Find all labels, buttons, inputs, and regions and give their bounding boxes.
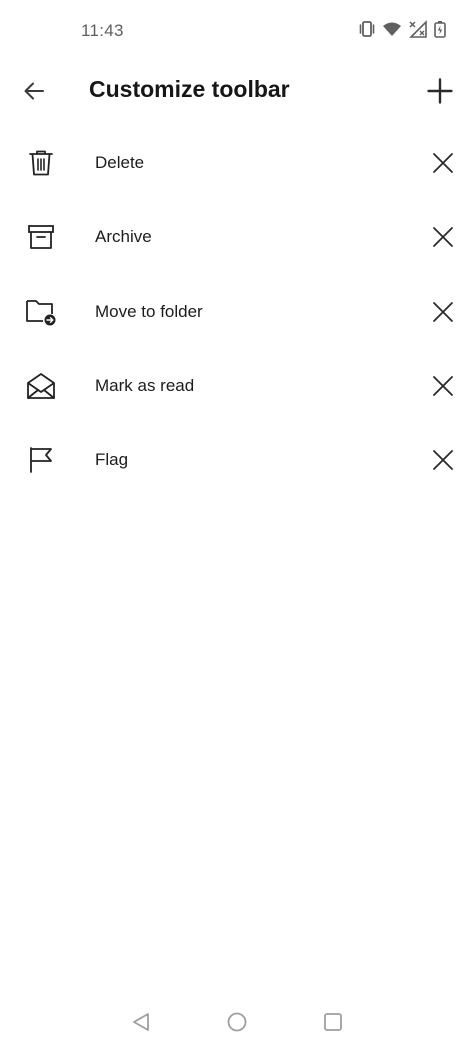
list-item-flag: Flag <box>0 423 474 497</box>
nav-home-button[interactable] <box>217 1004 257 1040</box>
nav-home-icon <box>227 1012 247 1032</box>
flag-icon <box>24 443 58 477</box>
item-label: Archive <box>95 227 152 247</box>
vibrate-icon <box>358 20 376 38</box>
no-signal-icon <box>408 20 428 38</box>
list-item-mark-as-read: Mark as read <box>0 349 474 423</box>
list-item-archive: Archive <box>0 200 474 274</box>
remove-delete-button[interactable] <box>426 146 460 180</box>
nav-back-button[interactable] <box>121 1004 161 1040</box>
remove-flag-button[interactable] <box>426 443 460 477</box>
arrow-left-icon <box>24 82 44 100</box>
close-icon <box>433 153 453 173</box>
trash-icon <box>24 146 58 180</box>
add-action-button[interactable] <box>420 71 460 111</box>
item-label: Delete <box>95 153 145 172</box>
close-icon <box>433 301 453 322</box>
system-nav-bar <box>0 993 474 1053</box>
move-to-folder-icon <box>24 295 58 329</box>
close-icon <box>433 375 453 396</box>
list-item-move-to-folder: Move to folder <box>0 275 474 349</box>
mail-open-icon <box>24 369 58 403</box>
page-title: Customize toolbar <box>89 76 290 102</box>
plus-icon <box>427 78 453 104</box>
remove-mark-as-read-button[interactable] <box>426 369 460 403</box>
item-label: Mark as read <box>95 375 195 395</box>
nav-recents-button[interactable] <box>313 1004 353 1040</box>
nav-back-icon <box>133 1013 149 1031</box>
archive-icon <box>24 220 58 254</box>
app-bar: Customize toolbar <box>0 62 474 120</box>
status-icons <box>358 20 446 38</box>
battery-charging-icon <box>434 20 446 38</box>
item-label: Flag <box>95 450 129 470</box>
close-icon <box>433 450 453 471</box>
item-label: Move to folder <box>95 301 203 321</box>
wifi-icon <box>382 20 402 38</box>
remove-archive-button[interactable] <box>426 220 460 254</box>
back-button[interactable] <box>14 73 54 109</box>
status-time: 11:43 <box>81 21 124 40</box>
remove-move-to-folder-button[interactable] <box>426 295 460 329</box>
toolbar-actions-list: Delete Archive Move to folder Mark as re… <box>0 126 474 497</box>
list-item-delete: Delete <box>0 126 474 200</box>
close-icon <box>433 227 453 248</box>
status-bar: 11:43 <box>0 0 474 62</box>
nav-recents-icon <box>324 1013 342 1031</box>
